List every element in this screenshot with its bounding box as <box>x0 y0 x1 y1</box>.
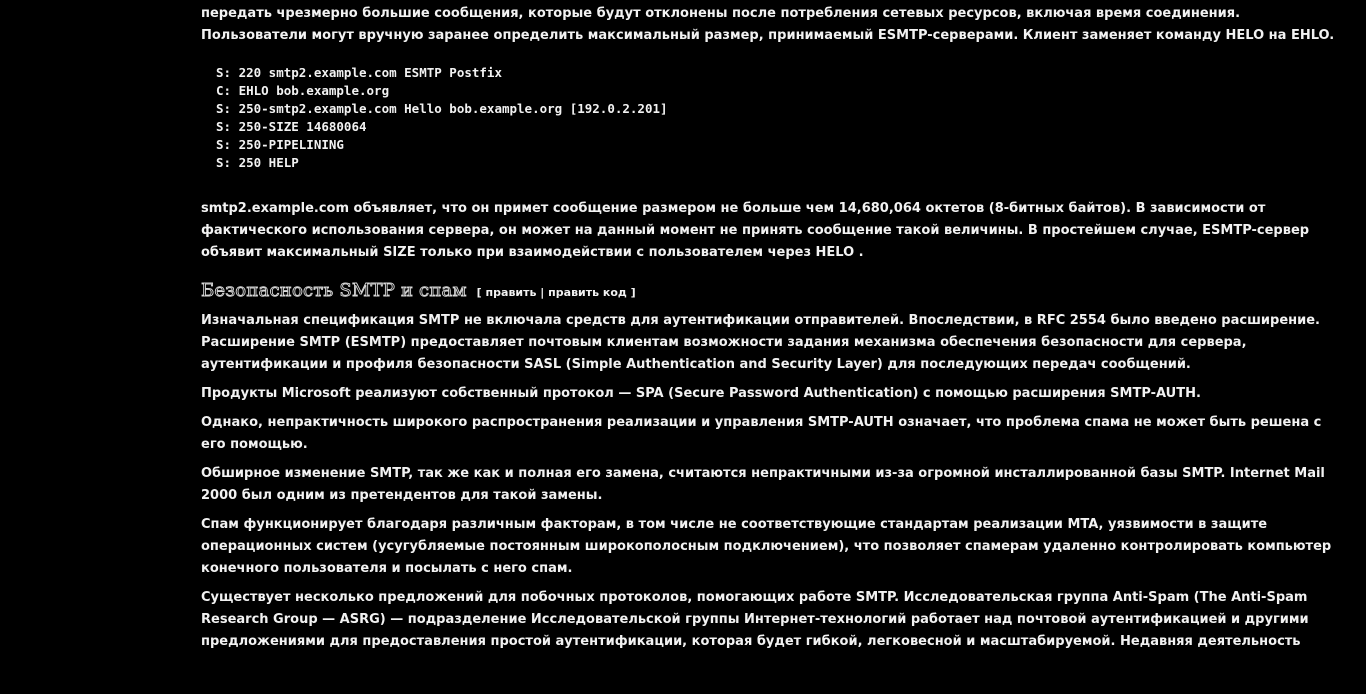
code-line: S: 250-smtp2.example.com Hello bob.examp… <box>216 101 668 116</box>
code-line: S: 250 HELP <box>216 155 299 170</box>
edit-links: [ править | править код ] <box>477 286 636 299</box>
code-line: S: 250-PIPELINING <box>216 137 344 152</box>
edit-bracket-open: [ <box>476 286 482 299</box>
section-title: Безопасность SMTP и спам <box>201 280 467 302</box>
paragraph-microsoft: Продукты Microsoft реализуют собственный… <box>201 386 1201 401</box>
edit-code-link[interactable]: править код <box>548 286 627 299</box>
paragraph-auth: Изначальная спецификация SMTP не включал… <box>201 313 1320 372</box>
smtp-code-block: S: 220 smtp2.example.com ESMTP Postfix C… <box>216 64 1341 172</box>
code-line: S: 220 smtp2.example.com ESMTP Postfix <box>216 65 502 80</box>
size-explanation-paragraph: smtp2.example.com объявляет, что он прим… <box>201 201 1310 260</box>
edit-link[interactable]: править <box>486 286 537 299</box>
edit-bracket-close: ] <box>630 286 636 299</box>
intro-paragraph: передать чрезмерно большие сообщения, ко… <box>201 6 1335 43</box>
code-line: C: EHLO bob.example.org <box>216 83 390 98</box>
paragraph-spam-factors: Спам функционирует благодаря различным ф… <box>201 517 1332 576</box>
article-content: передать чрезмерно большие сообщения, ко… <box>201 3 1341 653</box>
paragraph-replacement: Обширное изменение SMTP, так же как и по… <box>201 466 1325 503</box>
edit-separator: | <box>540 286 545 299</box>
code-line: S: 250-SIZE 14680064 <box>216 119 367 134</box>
paragraph-asrg: Существует несколько предложений для поб… <box>201 590 1309 649</box>
section-heading: Безопасность SMTP и спам [ править | прав… <box>201 278 1341 306</box>
paragraph-impracticality: Однако, непрактичность широкого распрост… <box>201 415 1322 452</box>
